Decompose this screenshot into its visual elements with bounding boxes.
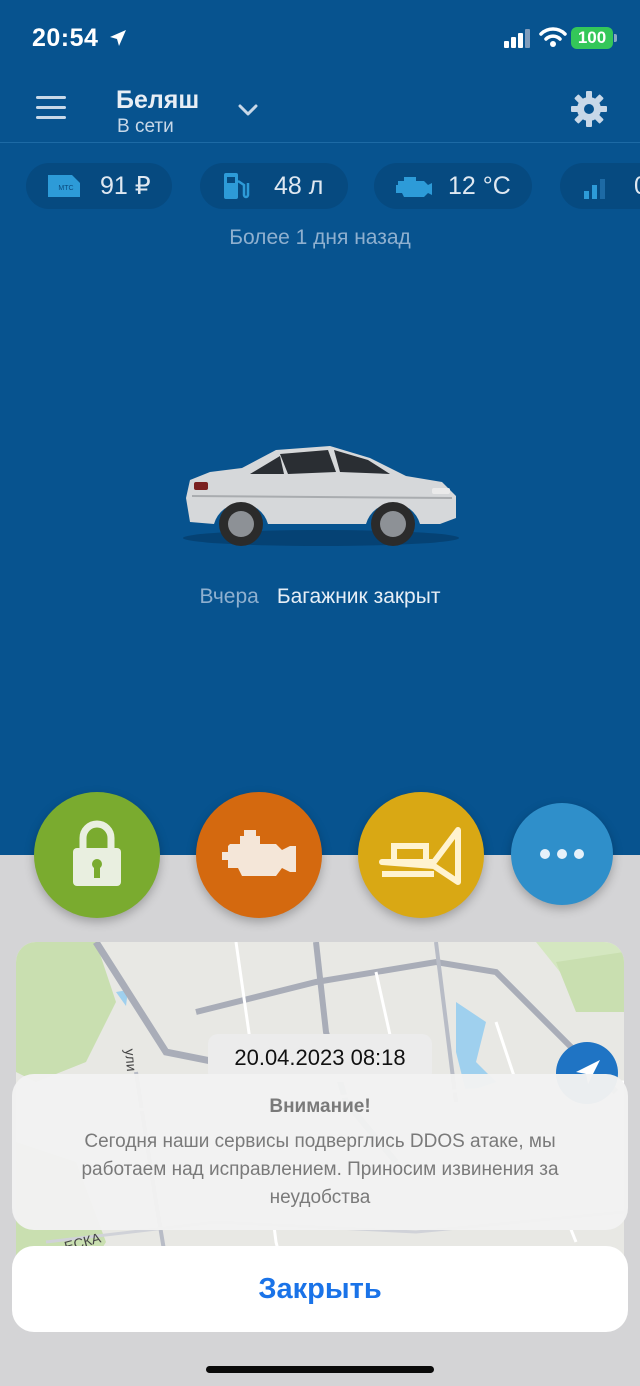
vehicle-name[interactable]: Беляш xyxy=(116,86,199,115)
car-image xyxy=(183,446,459,546)
cellular-signal-icon xyxy=(504,29,530,48)
svg-text:МТС: МТС xyxy=(58,185,73,192)
signal-bars-icon xyxy=(584,179,605,199)
last-event: Вчера Багажник закрыт xyxy=(0,585,640,609)
balance-chip[interactable]: МТС 91 ₽ xyxy=(26,163,172,209)
engine-start-button[interactable] xyxy=(196,792,322,918)
wifi-icon xyxy=(539,27,567,47)
gsm-signal-value: 0 xyxy=(634,163,640,209)
lock-button[interactable] xyxy=(34,792,160,918)
chevron-down-icon[interactable] xyxy=(236,98,260,122)
street-label: ули xyxy=(122,1048,140,1072)
horn-button[interactable] xyxy=(358,792,484,918)
more-actions-button[interactable] xyxy=(511,803,613,905)
event-time: Вчера xyxy=(199,585,259,608)
location-arrow-icon xyxy=(110,30,126,46)
battery-nub xyxy=(614,34,617,42)
last-update-text: Более 1 дня назад xyxy=(229,226,411,249)
app-header: Беляш В сети xyxy=(0,80,640,143)
lock-icon xyxy=(73,820,121,886)
horn-icon xyxy=(379,827,461,885)
engine-temp-chip[interactable]: 12 °C xyxy=(374,163,532,209)
close-button[interactable]: Закрыть xyxy=(12,1246,628,1332)
gsm-signal-chip[interactable]: 0 xyxy=(560,163,640,209)
more-dots-icon xyxy=(540,849,584,859)
fuel-value: 48 л xyxy=(274,172,324,200)
alert-message: Сегодня наши сервисы подверглись DDOS ат… xyxy=(81,1131,559,1208)
balance-value: 91 ₽ xyxy=(100,172,151,200)
fuel-chip[interactable]: 48 л xyxy=(200,163,348,209)
event-text: Багажник закрыт xyxy=(276,585,441,608)
sim-card-icon: МТС xyxy=(48,175,80,197)
home-indicator xyxy=(206,1366,434,1373)
engine-icon xyxy=(222,830,296,876)
engine-icon xyxy=(396,177,432,197)
status-bar: 20:54 100 xyxy=(0,0,640,80)
fuel-pump-icon xyxy=(224,173,250,199)
menu-button[interactable] xyxy=(36,96,66,126)
telemetry-chips: МТС 91 ₽ 48 л 12 °C 0 xyxy=(0,163,640,211)
vehicle-status: В сети xyxy=(117,116,174,137)
alert-title: Внимание! xyxy=(269,1096,371,1117)
engine-temp-value: 12 °C xyxy=(448,172,511,200)
battery-icon: 100 xyxy=(571,27,613,49)
settings-gear-icon[interactable] xyxy=(570,90,608,128)
status-time: 20:54 xyxy=(32,24,99,52)
